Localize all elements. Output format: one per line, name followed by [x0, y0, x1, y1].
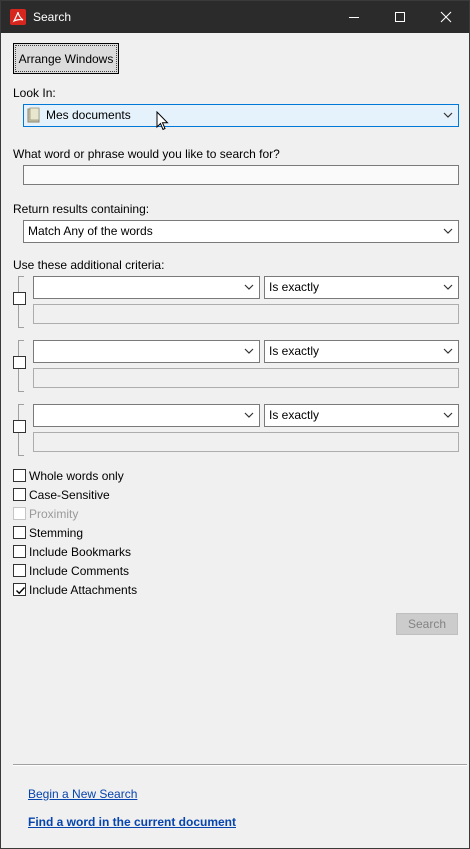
look-in-value: Mes documents: [46, 108, 131, 122]
include-bookmarks-checkbox[interactable]: [13, 545, 26, 558]
search-button-label: Search: [407, 617, 447, 631]
criteria-1-checkbox[interactable]: [13, 292, 26, 305]
criteria-1-operator-dropdown[interactable]: Is exactly: [264, 276, 459, 299]
minimize-icon: [349, 17, 359, 18]
criteria-2-value-input[interactable]: [33, 368, 459, 388]
criteria-2-operator-dropdown[interactable]: Is exactly: [264, 340, 459, 363]
find-in-current-document-link[interactable]: Find a word in the current document: [28, 815, 236, 829]
chevron-down-icon: [244, 412, 254, 418]
begin-new-search-link[interactable]: Begin a New Search: [28, 787, 137, 801]
criteria-3-value-input[interactable]: [33, 432, 459, 452]
criteria-1-field-dropdown[interactable]: [33, 276, 260, 299]
search-button[interactable]: Search: [396, 613, 458, 635]
include-comments-checkbox[interactable]: [13, 564, 26, 577]
chevron-down-icon: [244, 284, 254, 290]
search-window: Search Arrange Windows Look In: Mes docu…: [0, 0, 470, 849]
mouse-cursor-icon: [156, 111, 169, 131]
criteria-1-value-input[interactable]: [33, 304, 459, 324]
whole-words-checkbox[interactable]: [13, 469, 26, 482]
maximize-icon: [395, 12, 405, 22]
criteria-3-checkbox[interactable]: [13, 420, 26, 433]
criteria-2-operator-value: Is exactly: [269, 344, 320, 358]
acrobat-app-icon: [10, 9, 26, 25]
criteria-3-field-dropdown[interactable]: [33, 404, 260, 427]
chevron-down-icon: [244, 348, 254, 354]
return-results-dropdown[interactable]: Match Any of the words: [23, 220, 459, 243]
include-bookmarks-label: Include Bookmarks: [29, 545, 132, 559]
case-sensitive-label: Case-Sensitive: [29, 488, 110, 502]
stemming-checkbox[interactable]: [13, 526, 26, 539]
checkmark-icon: [16, 587, 26, 595]
chevron-down-icon: [443, 284, 453, 290]
include-comments-label: Include Comments: [29, 564, 130, 578]
close-button[interactable]: [423, 1, 469, 33]
criteria-3-operator-value: Is exactly: [269, 408, 320, 422]
maximize-button[interactable]: [377, 1, 423, 33]
return-results-label: Return results containing:: [13, 202, 150, 216]
minimize-button[interactable]: [331, 1, 377, 33]
look-in-dropdown[interactable]: Mes documents: [23, 104, 459, 127]
chevron-down-icon: [443, 228, 453, 234]
include-attachments-checkbox[interactable]: [13, 583, 26, 596]
arrange-windows-label: Arrange Windows: [18, 51, 114, 66]
proximity-label: Proximity: [29, 507, 79, 521]
arrange-windows-button[interactable]: Arrange Windows: [13, 43, 119, 74]
search-phrase-label: What word or phrase would you like to se…: [13, 147, 280, 161]
close-icon: [440, 11, 452, 23]
additional-criteria-label: Use these additional criteria:: [13, 258, 165, 272]
include-attachments-label: Include Attachments: [29, 583, 138, 597]
window-title: Search: [33, 10, 72, 24]
look-in-label: Look In:: [13, 86, 56, 100]
whole-words-label: Whole words only: [29, 469, 124, 483]
folder-icon: [27, 107, 40, 123]
separator-highlight: [13, 765, 467, 766]
criteria-1-operator-value: Is exactly: [269, 280, 320, 294]
stemming-label: Stemming: [29, 526, 84, 540]
criteria-2-field-dropdown[interactable]: [33, 340, 260, 363]
case-sensitive-checkbox[interactable]: [13, 488, 26, 501]
chevron-down-icon: [443, 412, 453, 418]
search-phrase-input[interactable]: [23, 165, 459, 185]
proximity-checkbox[interactable]: [13, 507, 26, 520]
return-results-value: Match Any of the words: [28, 224, 153, 238]
criteria-2-checkbox[interactable]: [13, 356, 26, 369]
title-bar[interactable]: Search: [1, 1, 469, 33]
chevron-down-icon: [443, 112, 453, 118]
chevron-down-icon: [443, 348, 453, 354]
criteria-3-operator-dropdown[interactable]: Is exactly: [264, 404, 459, 427]
